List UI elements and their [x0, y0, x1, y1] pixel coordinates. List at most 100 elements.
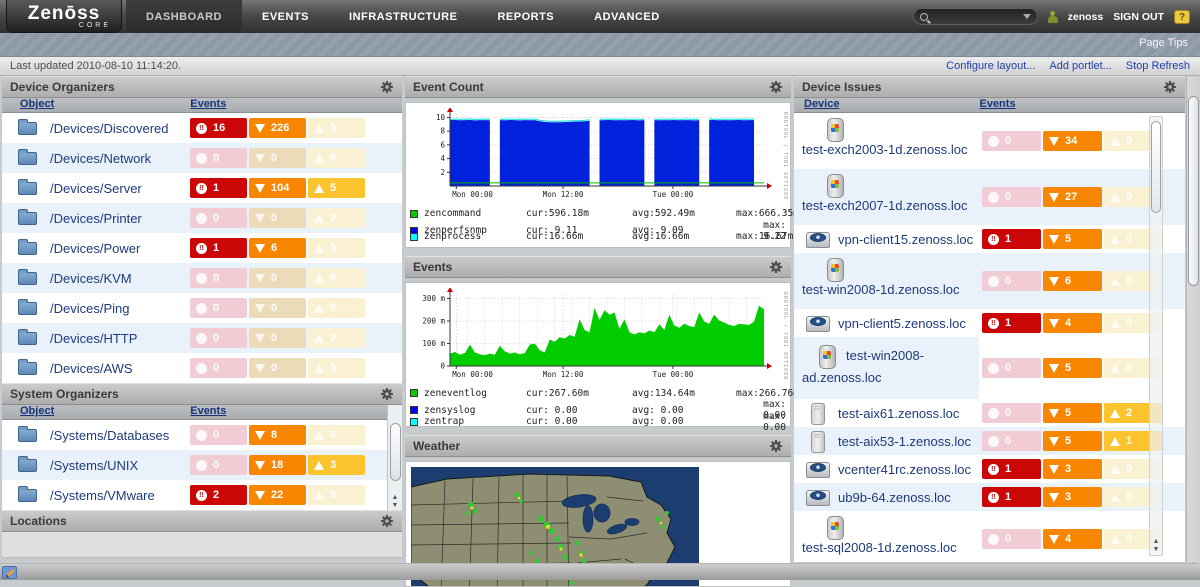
scrollbar-thumb[interactable]	[390, 423, 401, 481]
warning-badge[interactable]: 0	[308, 208, 365, 228]
sign-out-link[interactable]: SIGN OUT	[1113, 11, 1164, 23]
organizer-row[interactable]: /Systems/VMware 2 22 0	[2, 480, 402, 510]
critical-badge[interactable]: 1	[190, 238, 247, 258]
edit-pencil-icon[interactable]	[2, 566, 17, 579]
gear-icon[interactable]	[1163, 80, 1177, 94]
critical-badge[interactable]: 1	[982, 459, 1041, 479]
critical-badge[interactable]: 1	[982, 313, 1041, 333]
organizer-row[interactable]: /Devices/Server 1 104 5	[2, 173, 402, 203]
column-object[interactable]: Object	[20, 98, 54, 112]
column-object[interactable]: Object	[20, 405, 54, 419]
critical-badge[interactable]: 0	[190, 425, 247, 445]
organizer-row[interactable]: /Devices/AWS 0 0 0	[2, 353, 402, 383]
critical-badge[interactable]: 0	[190, 148, 247, 168]
device-row[interactable]: vpn-client5.zenoss.loc 1 4 0	[794, 309, 1185, 337]
critical-badge[interactable]: 0	[190, 268, 247, 288]
window-scrollbar-thumb[interactable]	[1188, 96, 1199, 286]
window-scrollbar[interactable]: ▲▼	[1186, 76, 1200, 580]
warning-badge[interactable]: 0	[308, 268, 365, 288]
error-badge[interactable]: 8	[249, 425, 306, 445]
column-device[interactable]: Device	[804, 98, 839, 112]
error-badge[interactable]: 22	[249, 485, 306, 505]
organizer-row[interactable]: /Devices/Printer 0 0 0	[2, 203, 402, 233]
device-row[interactable]: test-sql2008-1d.zenoss.loc 0 4 0	[794, 511, 1185, 562]
error-badge[interactable]: 18	[249, 455, 306, 475]
warning-badge[interactable]: 3	[308, 455, 365, 475]
organizer-row[interactable]: /Devices/HTTP 0 0 0	[2, 323, 402, 353]
search-box[interactable]	[913, 8, 1038, 25]
search-input[interactable]	[928, 11, 1023, 22]
error-badge[interactable]: 3	[1043, 487, 1102, 507]
current-user[interactable]: zenoss	[1068, 11, 1104, 23]
warning-badge[interactable]: 0	[308, 238, 365, 258]
portlet-scrollbar[interactable]: ▲▼	[1149, 116, 1163, 556]
critical-badge[interactable]: 0	[982, 271, 1041, 291]
nav-tab[interactable]: DASHBOARD	[126, 0, 242, 33]
column-events[interactable]: Events	[979, 98, 1015, 112]
warning-badge[interactable]: 5	[308, 178, 365, 198]
critical-badge[interactable]: 0	[190, 328, 247, 348]
nav-tab[interactable]: REPORTS	[477, 0, 574, 33]
help-button[interactable]: ?	[1174, 10, 1190, 24]
error-badge[interactable]: 0	[249, 358, 306, 378]
critical-badge[interactable]: 0	[190, 358, 247, 378]
gear-icon[interactable]	[380, 387, 394, 401]
column-events[interactable]: Events	[190, 405, 226, 419]
critical-badge[interactable]: 2	[190, 485, 247, 505]
error-badge[interactable]: 6	[1043, 271, 1102, 291]
organizer-row[interactable]: /Devices/Discovered 16 226 0	[2, 113, 402, 143]
nav-tab[interactable]: EVENTS	[242, 0, 329, 33]
device-row[interactable]: test-exch2003-1d.zenoss.loc 0 34 0	[794, 113, 1185, 169]
error-badge[interactable]: 5	[1043, 431, 1102, 451]
scrollbar-thumb[interactable]	[1151, 121, 1161, 213]
page-tips-link[interactable]: Page Tips	[1139, 37, 1188, 49]
nav-tab[interactable]: INFRASTRUCTURE	[329, 0, 477, 33]
error-badge[interactable]: 3	[1043, 459, 1102, 479]
critical-badge[interactable]: 0	[982, 358, 1041, 378]
critical-badge[interactable]: 1	[982, 229, 1041, 249]
gear-icon[interactable]	[769, 80, 783, 94]
nav-tab[interactable]: ADVANCED	[574, 0, 680, 33]
error-badge[interactable]: 5	[1043, 229, 1102, 249]
layout-link[interactable]: Stop Refresh	[1126, 60, 1190, 72]
organizer-row[interactable]: /Systems/UNIX 0 18 3	[2, 450, 402, 480]
warning-badge[interactable]: 0	[308, 358, 365, 378]
critical-badge[interactable]: 0	[982, 403, 1041, 423]
warning-badge[interactable]: 0	[308, 298, 365, 318]
device-row[interactable]: ub9b-64.zenoss.loc 1 3 0	[794, 483, 1185, 511]
layout-link[interactable]: Configure layout...	[946, 60, 1035, 72]
scrollbar-arrows[interactable]: ▲▼	[388, 494, 402, 510]
warning-badge[interactable]: 0	[308, 328, 365, 348]
gear-icon[interactable]	[380, 80, 394, 94]
error-badge[interactable]: 34	[1043, 131, 1102, 151]
error-badge[interactable]: 4	[1043, 313, 1102, 333]
zenoss-logo[interactable]: Zenōss CORE	[6, 0, 122, 33]
error-badge[interactable]: 5	[1043, 403, 1102, 423]
organizer-row[interactable]: /Devices/Power 1 6 0	[2, 233, 402, 263]
device-row[interactable]: test-aix53-1.zenoss.loc 0 5 1	[794, 427, 1185, 455]
critical-badge[interactable]: 0	[190, 208, 247, 228]
device-row[interactable]: test-win2008-1d.zenoss.loc 0 6 0	[794, 253, 1185, 309]
error-badge[interactable]: 0	[249, 148, 306, 168]
gear-icon[interactable]	[769, 260, 783, 274]
error-badge[interactable]: 4	[1043, 529, 1102, 549]
warning-badge[interactable]: 0	[308, 118, 365, 138]
warning-badge[interactable]: 0	[308, 148, 365, 168]
organizer-row[interactable]: /Devices/Ping 0 0 0	[2, 293, 402, 323]
chevron-down-icon[interactable]	[1023, 14, 1031, 19]
device-row[interactable]: vpn-client15.zenoss.loc 1 5 0	[794, 225, 1185, 253]
critical-badge[interactable]: 0	[982, 431, 1041, 451]
error-badge[interactable]: 27	[1043, 187, 1102, 207]
error-badge[interactable]: 0	[249, 328, 306, 348]
error-badge[interactable]: 0	[249, 208, 306, 228]
warning-badge[interactable]: 0	[308, 425, 365, 445]
error-badge[interactable]: 104	[249, 178, 306, 198]
column-events[interactable]: Events	[190, 98, 226, 112]
layout-link[interactable]: Add portlet...	[1049, 60, 1111, 72]
organizer-row[interactable]: /Systems/Databases 0 8 0	[2, 420, 402, 450]
warning-badge[interactable]: 0	[308, 485, 365, 505]
device-row[interactable]: vcenter41rc.zenoss.loc 1 3 0	[794, 455, 1185, 483]
error-badge[interactable]: 5	[1043, 358, 1102, 378]
critical-badge[interactable]: 0	[982, 187, 1041, 207]
organizer-row[interactable]: /Devices/KVM 0 0 0	[2, 263, 402, 293]
